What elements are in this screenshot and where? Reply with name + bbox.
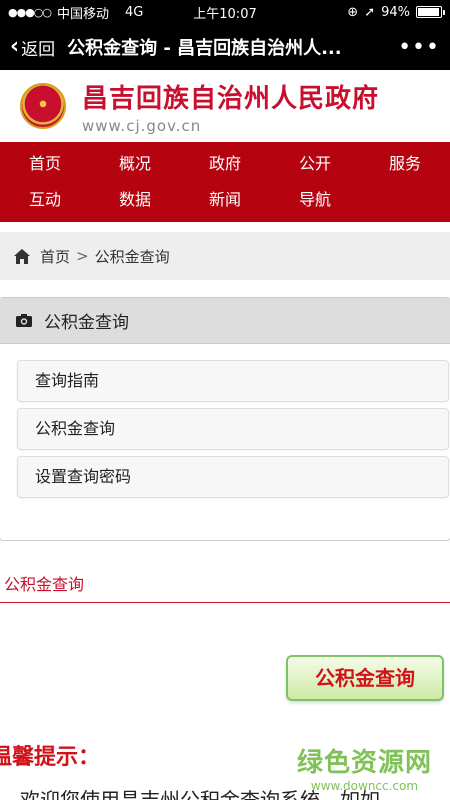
- nav-item-interaction[interactable]: 互动: [0, 182, 90, 218]
- browser-nav-bar: ‹ 返回 公积金查询 - 昌吉回族自治州人... •••: [0, 24, 450, 70]
- site-name[interactable]: 昌吉回族自治州人民政府: [82, 78, 379, 115]
- nav-item-disclosure[interactable]: 公开: [270, 146, 360, 182]
- status-bar: ●●●○○ 中国移动 4G 上午10:07 ⊕ ➚ 94%: [0, 0, 450, 24]
- site-header: 昌吉回族自治州人民政府 www.cj.gov.cn: [0, 70, 450, 142]
- rotation-lock-icon: ⊕: [347, 4, 359, 20]
- breadcrumb-current: 公积金查询: [94, 247, 170, 266]
- network-type: 4G: [125, 4, 144, 20]
- watermark: 绿色资源网 www.downcc.com: [297, 742, 432, 793]
- nav-item-overview[interactable]: 概况: [90, 146, 180, 182]
- chevron-left-icon: ‹: [10, 34, 20, 59]
- site-url: www.cj.gov.cn: [82, 116, 202, 135]
- home-icon: [14, 248, 30, 264]
- nav-item-services[interactable]: 服务: [360, 146, 450, 182]
- breadcrumb-home-link[interactable]: 首页: [40, 246, 70, 267]
- signal-strength-icon: ●●●○○: [8, 5, 52, 19]
- camera-icon: [16, 314, 32, 327]
- battery-percentage: 94%: [381, 4, 410, 20]
- carrier-name: 中国移动: [57, 6, 110, 22]
- watermark-url: www.downcc.com: [310, 779, 419, 793]
- menu-item-set-query-password[interactable]: 设置查询密码: [17, 456, 449, 498]
- national-emblem-icon: [20, 83, 66, 129]
- battery-icon: [416, 6, 445, 18]
- panel-title: 公积金查询: [44, 313, 129, 333]
- menu-item-fund-query[interactable]: 公积金查询: [17, 408, 449, 450]
- fund-query-button[interactable]: 公积金查询: [286, 655, 444, 701]
- nav-item-home[interactable]: 首页: [0, 146, 90, 182]
- nav-item-navigation[interactable]: 导航: [270, 182, 360, 218]
- main-navigation: 首页 概况 政府 公开 服务 互动 数据 新闻 导航: [0, 142, 450, 222]
- nav-item-news[interactable]: 新闻: [180, 182, 270, 218]
- menu-item-query-guide[interactable]: 查询指南: [17, 360, 449, 402]
- back-label: 返回: [21, 39, 56, 60]
- panel-header: 公积金查询: [0, 298, 450, 344]
- category-panel: 公积金查询 查询指南 公积金查询 设置查询密码: [0, 297, 450, 541]
- breadcrumb-separator: >: [76, 247, 89, 265]
- nav-item-government[interactable]: 政府: [180, 146, 270, 182]
- breadcrumb: 首页 > 公积金查询: [0, 232, 450, 280]
- query-button-area: 公积金查询: [0, 603, 450, 713]
- back-button[interactable]: ‹ 返回: [10, 35, 55, 60]
- page-title: 公积金查询 - 昌吉回族自治州人...: [67, 38, 342, 59]
- more-options-button[interactable]: •••: [384, 35, 440, 60]
- location-arrow-icon: ➚: [364, 4, 376, 20]
- nav-item-data[interactable]: 数据: [90, 182, 180, 218]
- watermark-title: 绿色资源网: [296, 748, 432, 778]
- section-title: 公积金查询: [0, 571, 450, 603]
